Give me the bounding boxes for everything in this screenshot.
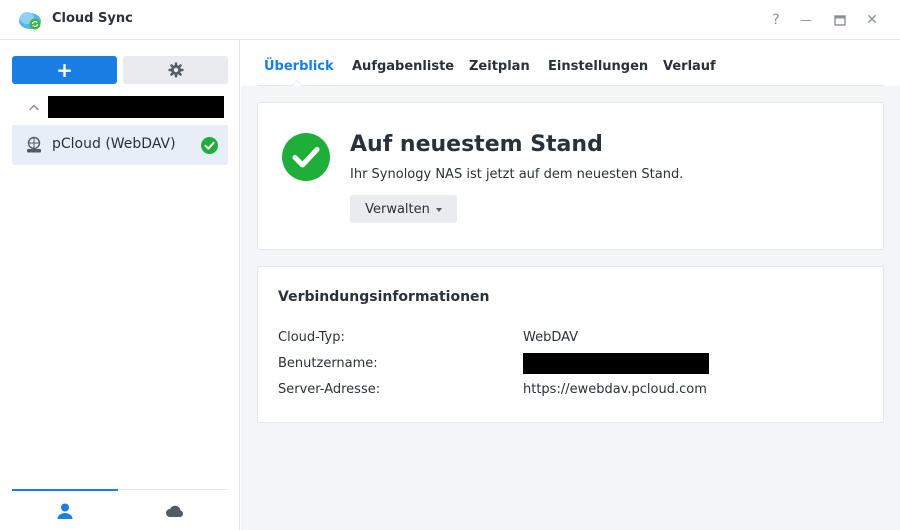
status-title: Auf neuestem Stand (350, 132, 603, 157)
sidebar-item-label: pCloud (WebDAV) (52, 136, 176, 152)
tab-ueberblick[interactable]: Überblick (264, 59, 334, 74)
cloud-type-value: WebDAV (523, 330, 579, 345)
username-label: Benutzername: (278, 356, 378, 371)
manage-label: Verwalten (365, 201, 430, 217)
connection-info-card: Verbindungsinformationen Cloud-Typ: WebD… (257, 266, 884, 423)
tab-zeitplan[interactable]: Zeitplan (469, 59, 530, 74)
help-button[interactable]: ? (766, 10, 786, 30)
chevron-up-icon[interactable] (28, 102, 40, 114)
minimize-icon: — (800, 13, 812, 27)
settings-button[interactable] (123, 56, 228, 84)
gear-icon (168, 62, 183, 78)
tab-einstellungen[interactable]: Einstellungen (548, 59, 648, 74)
webdav-server-icon (27, 136, 41, 153)
sidebar-bottom-tabs (12, 489, 228, 530)
server-address-value: https://ewebdav.pcloud.com (523, 382, 707, 397)
sidebar-item-pcloud-webdav[interactable]: pCloud (WebDAV) (12, 125, 228, 165)
connection-group-header[interactable] (12, 96, 228, 120)
tab-aufgabenliste[interactable]: Aufgabenliste (352, 59, 454, 74)
tab-divider (257, 85, 884, 86)
cloud-sync-app-icon (19, 12, 41, 30)
manage-dropdown-button[interactable]: Verwalten (350, 195, 457, 223)
maximize-button[interactable] (830, 10, 850, 30)
cloud-icon (166, 505, 184, 517)
title-bar: Cloud Sync ? — ✕ (0, 0, 900, 40)
success-check-icon (282, 133, 330, 181)
maximize-icon (834, 14, 846, 26)
check-circle-icon (201, 137, 218, 154)
minimize-button[interactable]: — (796, 10, 816, 30)
redacted-group-name (48, 96, 224, 118)
close-icon: ✕ (866, 12, 878, 28)
close-button[interactable]: ✕ (862, 10, 882, 30)
tab-user[interactable] (12, 489, 118, 530)
tab-bar: Überblick Aufgabenliste Zeitplan Einstel… (241, 40, 900, 86)
active-tab-indicator (291, 80, 303, 86)
connection-info-title: Verbindungsinformationen (278, 289, 490, 305)
help-icon: ? (772, 12, 780, 28)
status-subtitle: Ihr Synology NAS ist jetzt auf dem neues… (350, 167, 684, 182)
add-connection-button[interactable]: + (12, 56, 117, 84)
redacted-username (523, 353, 709, 374)
sidebar: + pCloud (WebDAV) (0, 40, 240, 530)
cloud-type-label: Cloud-Typ: (278, 330, 345, 345)
plus-icon: + (56, 58, 73, 82)
tab-cloud[interactable] (122, 490, 228, 530)
status-card: Auf neuestem Stand Ihr Synology NAS ist … (257, 102, 884, 250)
user-icon (57, 503, 73, 519)
server-address-label: Server-Adresse: (278, 382, 381, 397)
caret-down-icon (435, 207, 442, 212)
tab-verlauf[interactable]: Verlauf (663, 59, 716, 74)
window-title: Cloud Sync (52, 11, 133, 26)
main-panel: Überblick Aufgabenliste Zeitplan Einstel… (241, 40, 900, 530)
